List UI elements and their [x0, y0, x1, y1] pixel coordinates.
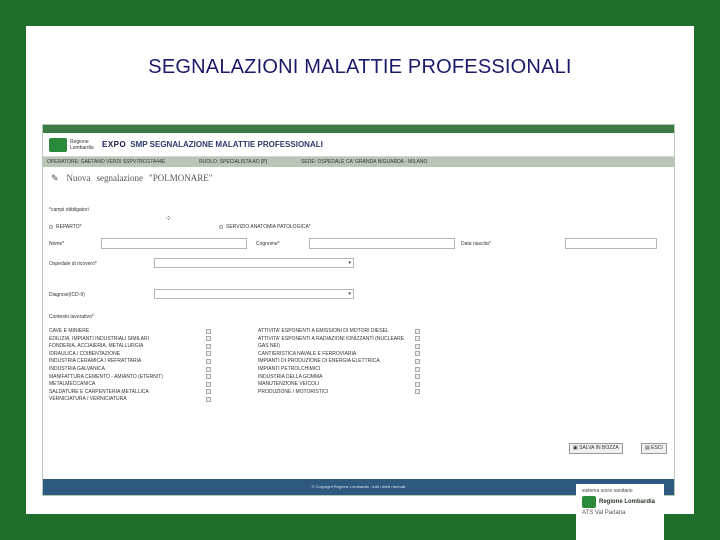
form-title-prefix: Nuova — [66, 173, 91, 183]
exit-label: ESCI — [651, 445, 663, 451]
nascita-label: Data nascita* — [461, 241, 491, 247]
contesto-option-label: INDUSTRIA GALVANICA — [49, 366, 105, 372]
badge-top-text: sistema socio sanitario — [582, 488, 633, 494]
contesto-option-label: IMPIANTI DI PRODUZIONE DI ENERGIA ELETTR… — [258, 358, 380, 365]
diagnosi-label: Diagnosi(ICD-9) — [49, 292, 85, 298]
contesto-option-label: ATTIVITA' ESPONENTI A RADIAZIONI IONIZZA… — [258, 335, 405, 342]
nome-label: Nome* — [49, 241, 65, 247]
operator-bar: OPERATORE: GAETANO VERDI SSPV7RCG7A44E R… — [43, 157, 674, 167]
reparto-radio[interactable] — [49, 225, 53, 229]
operator-role: RUOLO: SPECIALISTA AO [P] — [199, 159, 268, 165]
cognome-label: Cognome* — [256, 241, 280, 247]
contesto-option-label: INDUSTRIA CERAMICA / REFRATTARIA — [49, 358, 142, 365]
operator-name: OPERATORE: GAETANO VERDI SSPV7RCG7A44E — [47, 159, 166, 165]
contesto-option-label: EDILIZIA, IMPIANTI INDUSTRIALI SIMILARI — [49, 335, 150, 342]
contesto-option-checkbox[interactable] — [415, 389, 420, 395]
nome-input[interactable] — [101, 238, 247, 249]
exit-button[interactable]: ▤ ESCI — [641, 443, 667, 454]
contesto-option-checkbox[interactable] — [415, 374, 420, 380]
mouse-cursor-icon: ⁘ — [165, 214, 172, 223]
contesto-option-label: VERNICIATURA / VERNICIATURA — [49, 396, 127, 403]
required-note: *campi obbligatori — [49, 207, 89, 213]
contesto-option-label: METALMECCANICA — [49, 381, 96, 388]
top-bar — [43, 125, 674, 133]
servizio-label: SERVIZIO ANATOMIA PATOLOGICA* — [226, 224, 311, 230]
slide-title: SEGNALAZIONI MALATTIE PROFESSIONALI — [148, 56, 572, 78]
contesto-option-label: CAVE E MINIERE — [49, 328, 90, 334]
contesto-option-checkbox[interactable] — [415, 328, 420, 334]
reparto-label: REPARTO* — [56, 224, 82, 230]
contesto-option-label: CANTIERISTICA NAVALE E FERROVIARIA — [258, 350, 357, 357]
contesto-option-checkbox[interactable] — [206, 389, 211, 395]
ospedale-select[interactable]: ▾ — [154, 258, 354, 268]
cognome-input[interactable] — [309, 238, 455, 249]
pencil-icon: ✎ — [51, 172, 59, 183]
brand-header: Regione Lombardia EXPO SMP SEGNALAZIONE … — [43, 133, 674, 157]
contesto-option-checkbox[interactable] — [206, 381, 211, 387]
form-title-mid: segnalazione — [96, 173, 144, 183]
contesto-option-label: ATTIVITA' ESPONENTI A EMISSIONI DI MOTOR… — [258, 328, 389, 334]
diagnosi-select[interactable]: ▾ — [154, 289, 354, 299]
contesto-option-checkbox[interactable] — [415, 351, 420, 357]
badge-row: Regione Lombardia — [582, 496, 658, 508]
expo-logo: EXPO — [102, 140, 127, 149]
contesto-option-label: IDRAULICA / COIBENTAZIONE — [49, 350, 121, 357]
contesto-option-checkbox[interactable] — [415, 343, 420, 349]
chevron-down-icon: ▾ — [348, 260, 351, 266]
contesto-option-checkbox[interactable] — [206, 366, 211, 372]
data-nascita-input[interactable] — [565, 238, 657, 249]
badge-sub: ATS Val Padana — [582, 510, 626, 516]
badge-region: Regione Lombardia — [599, 499, 656, 505]
contesto-option-checkbox[interactable] — [206, 396, 211, 402]
region-logo-icon — [49, 137, 67, 152]
contesto-option-checkbox[interactable] — [415, 366, 420, 372]
chevron-down-icon: ▾ — [348, 291, 351, 297]
region-logo-icon — [582, 496, 596, 508]
contesto-option-checkbox[interactable] — [206, 351, 211, 357]
contesto-option-label: IMPIANTI PETROLCHIMICI — [258, 366, 321, 372]
contesto-option-label: INDUSTRIA DELLA GOMMA — [258, 373, 323, 380]
contesto-option-checkbox[interactable] — [206, 374, 211, 380]
operator-site: SEDE: OSPEDALE CA' GRANDA NIGUARDA - MIL… — [301, 159, 428, 165]
contesto-label: Contesto lavorativo* — [49, 314, 94, 320]
servizio-radio[interactable] — [219, 225, 223, 229]
contesto-option-label: MANUTENZIONE VEICOLI — [258, 381, 320, 388]
region-logo-text: Regione Lombardia — [70, 138, 94, 151]
contesto-option-label: GAS NEI) — [258, 343, 280, 350]
save-draft-label: SALVA IN BOZZA — [579, 445, 619, 451]
exit-icon: ▤ — [645, 445, 650, 451]
contesto-option-checkbox[interactable] — [415, 336, 420, 342]
contesto-option-checkbox[interactable] — [206, 328, 211, 334]
contesto-option-label: PRODUZIONE / MOTORISTICI — [258, 388, 329, 395]
form-title: ✎ Nuova segnalazione "POLMONARE" — [43, 167, 674, 189]
form-title-quoted: "POLMONARE" — [149, 173, 213, 183]
save-draft-button[interactable]: ▣ SALVA IN BOZZA — [569, 443, 623, 454]
contesto-option-checkbox[interactable] — [206, 358, 211, 364]
contesto-option-checkbox[interactable] — [206, 336, 211, 342]
contesto-option-label: FONDERIA, ACCIAIERIA, METALLURGIA — [49, 343, 144, 350]
app-screenshot: Regione Lombardia EXPO SMP SEGNALAZIONE … — [42, 124, 675, 496]
contesto-option-checkbox[interactable] — [415, 358, 420, 364]
app-title: SMP SEGNALAZIONE MALATTIE PROFESSIONALI — [130, 140, 323, 149]
save-icon: ▣ — [573, 445, 578, 451]
ospedale-label: Ospedale di ricovero* — [49, 261, 97, 267]
contesto-option-label: MANIFATTURA CEMENTO - AMIANTO (ETERNIT) — [49, 373, 163, 380]
contesto-option-checkbox[interactable] — [206, 343, 211, 349]
contesto-option-label: SALDATURE E CARPENTERIA METALLICA — [49, 388, 149, 395]
region-badge: sistema socio sanitario Regione Lombardi… — [576, 484, 664, 540]
contesto-option-checkbox[interactable] — [415, 381, 420, 387]
slide: SEGNALAZIONI MALATTIE PROFESSIONALI Regi… — [26, 26, 694, 514]
